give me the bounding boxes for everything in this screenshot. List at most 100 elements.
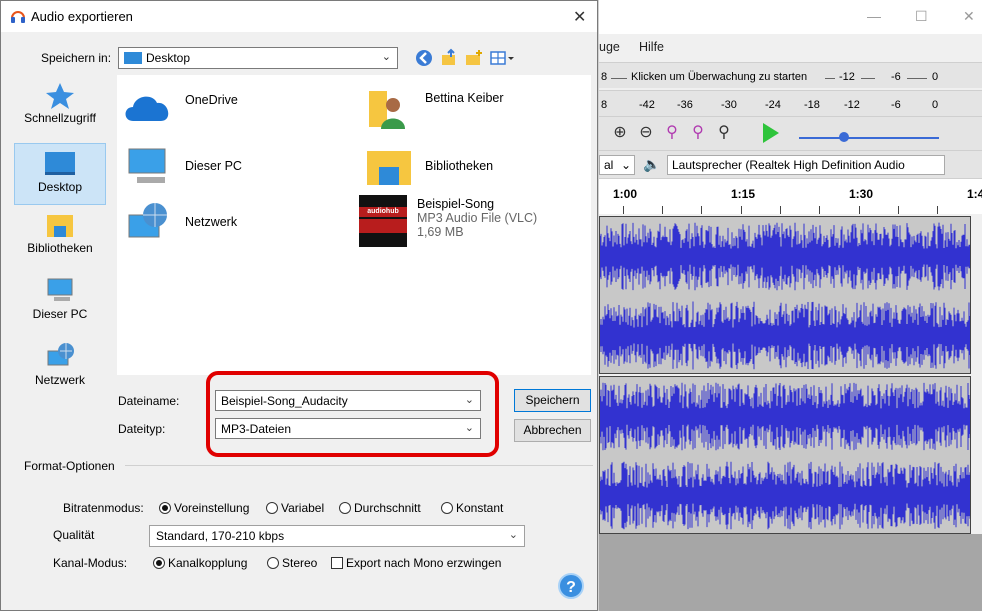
cancel-button[interactable]: Abbrechen [514, 419, 591, 442]
star-icon [46, 83, 74, 109]
help-button[interactable]: ? [558, 573, 584, 599]
timeline-label: 1:4 [967, 187, 982, 201]
place-quick-access[interactable]: Schnellzugriff [14, 81, 106, 143]
meter-tick: -12 [844, 99, 860, 111]
menu-item-tools[interactable]: uge [599, 40, 620, 54]
meter-tick: -36 [677, 99, 693, 111]
radio-indicator [159, 502, 171, 514]
meter-tick: 0 [932, 71, 939, 83]
back-icon[interactable] [414, 48, 434, 68]
view-menu-icon[interactable] [489, 48, 515, 68]
radio-indicator [339, 502, 351, 514]
fit-selection-icon[interactable]: ⚲ [661, 121, 683, 145]
bitrate-label: Bitratenmodus: [63, 501, 144, 515]
zoom-toggle-icon[interactable]: ⚲ [713, 121, 735, 145]
timeline-ruler[interactable]: 1:00 1:15 1:30 1:4 [599, 178, 982, 214]
radio-constant[interactable]: Konstant [441, 501, 503, 515]
place-label: Dieser PC [32, 307, 88, 321]
divider [125, 465, 593, 466]
save-button[interactable]: Speichern [514, 389, 591, 412]
timeline-label: 1:15 [731, 187, 756, 201]
place-libraries[interactable]: Bibliotheken [14, 209, 106, 271]
meter-label: 8 [601, 99, 608, 111]
chevron-down-icon: ⌄ [381, 51, 391, 63]
save-in-label: Speichern in: [41, 51, 112, 65]
timeline-label: 1:30 [849, 187, 874, 201]
file-name: Beispiel-Song [417, 197, 495, 211]
radio-label: Variabel [281, 501, 325, 515]
menu-item-help[interactable]: Hilfe [639, 40, 664, 54]
user-folder-icon [369, 91, 405, 129]
computer-icon [47, 278, 73, 301]
audacity-window: — ☐ ✕ uge Hilfe 8 Klicken um Überwachung… [598, 0, 982, 611]
radio-joint-stereo[interactable]: Kanalkopplung [153, 556, 247, 570]
waveform-track-right[interactable] [599, 376, 971, 534]
place-network[interactable]: Netzwerk [14, 341, 106, 403]
thumb-text: audiohub [359, 207, 407, 217]
annotation-highlight [206, 371, 499, 457]
radio-stereo[interactable]: Stereo [267, 556, 317, 570]
maximize-button[interactable]: ☐ [915, 8, 928, 25]
quality-value: Standard, 170-210 kbps [156, 529, 285, 543]
list-item[interactable]: OneDrive [123, 89, 353, 133]
list-item[interactable]: Bibliotheken [363, 145, 593, 191]
zoom-in-icon[interactable]: ⊕ [609, 121, 631, 145]
audio-file-icon: audiohub [359, 195, 407, 247]
radio-label: Konstant [456, 501, 504, 515]
dialog-title: Audio exportieren [31, 9, 133, 24]
radio-average[interactable]: Durchschnitt [339, 501, 421, 515]
list-item[interactable]: Dieser PC [123, 145, 353, 191]
save-in-value: Desktop [146, 51, 191, 65]
place-this-pc[interactable]: Dieser PC [14, 275, 106, 337]
checkbox-indicator [331, 557, 343, 569]
slider-knob[interactable] [839, 132, 849, 142]
radio-label: Voreinstellung [174, 501, 250, 515]
meter-hint: Klicken um Überwachung zu starten [631, 71, 808, 83]
file-list: OneDrive Bettina Keiber Dieser PC Biblio… [117, 75, 591, 375]
place-label: Netzwerk [34, 373, 85, 387]
radio-preset[interactable]: Voreinstellung [159, 501, 249, 515]
up-folder-icon[interactable] [439, 48, 459, 68]
output-device-value: Lautsprecher (Realtek High Definition Au… [672, 158, 905, 172]
file-size: 1,69 MB [417, 225, 464, 239]
speaker-icon: 🔈 [643, 156, 661, 172]
playback-meter[interactable]: 8 -42 -36 -30 -24 -18 -12 -6 0 [599, 90, 982, 116]
waveform-track-left[interactable] [599, 216, 971, 374]
radio-indicator [153, 557, 165, 569]
filetype-label: Dateityp: [118, 422, 166, 436]
playback-speed-slider[interactable] [799, 137, 939, 139]
waveform [600, 222, 970, 370]
play-icon[interactable] [763, 123, 779, 143]
dialog-close-button[interactable]: ✕ [573, 7, 586, 27]
place-desktop[interactable]: Desktop [14, 143, 106, 205]
cloud-icon [125, 96, 169, 121]
record-meter[interactable]: 8 Klicken um Überwachung zu starten -12 … [599, 62, 982, 88]
desktop-icon [124, 52, 142, 64]
list-item[interactable]: audiohub Beispiel-Song MP3 Audio File (V… [359, 195, 589, 251]
radio-variable[interactable]: Variabel [266, 501, 324, 515]
file-type: MP3 Audio File (VLC) [417, 211, 538, 225]
quality-dropdown[interactable]: Standard, 170-210 kbps ⌄ [149, 525, 525, 547]
list-item[interactable]: Bettina Keiber [363, 87, 593, 133]
network-icon [128, 203, 167, 238]
host-dropdown[interactable]: al ⌄ [599, 155, 635, 175]
new-folder-icon[interactable] [464, 48, 484, 68]
file-name: Netzwerk [185, 215, 238, 229]
format-options-heading: Format-Optionen [24, 459, 115, 473]
place-label: Desktop [37, 180, 83, 194]
filename-label: Dateiname: [118, 394, 180, 408]
place-label: Schnellzugriff [24, 111, 96, 125]
desktop-icon [45, 152, 75, 175]
output-device-dropdown[interactable]: Lautsprecher (Realtek High Definition Au… [667, 155, 945, 175]
minimize-button[interactable]: — [867, 8, 881, 24]
channel-label: Kanal-Modus: [53, 556, 128, 570]
zoom-out-icon[interactable]: ⊖ [635, 121, 657, 145]
folder-icon [367, 151, 411, 185]
fit-project-icon[interactable]: ⚲ [687, 121, 709, 145]
close-button[interactable]: ✕ [963, 8, 975, 25]
save-in-dropdown[interactable]: Desktop ⌄ [118, 47, 398, 69]
list-item[interactable]: Netzwerk [123, 201, 353, 249]
mono-checkbox[interactable]: Export nach Mono erzwingen [331, 556, 501, 570]
menu-bar: uge Hilfe [599, 38, 982, 60]
file-name: Bettina Keiber [425, 91, 504, 105]
